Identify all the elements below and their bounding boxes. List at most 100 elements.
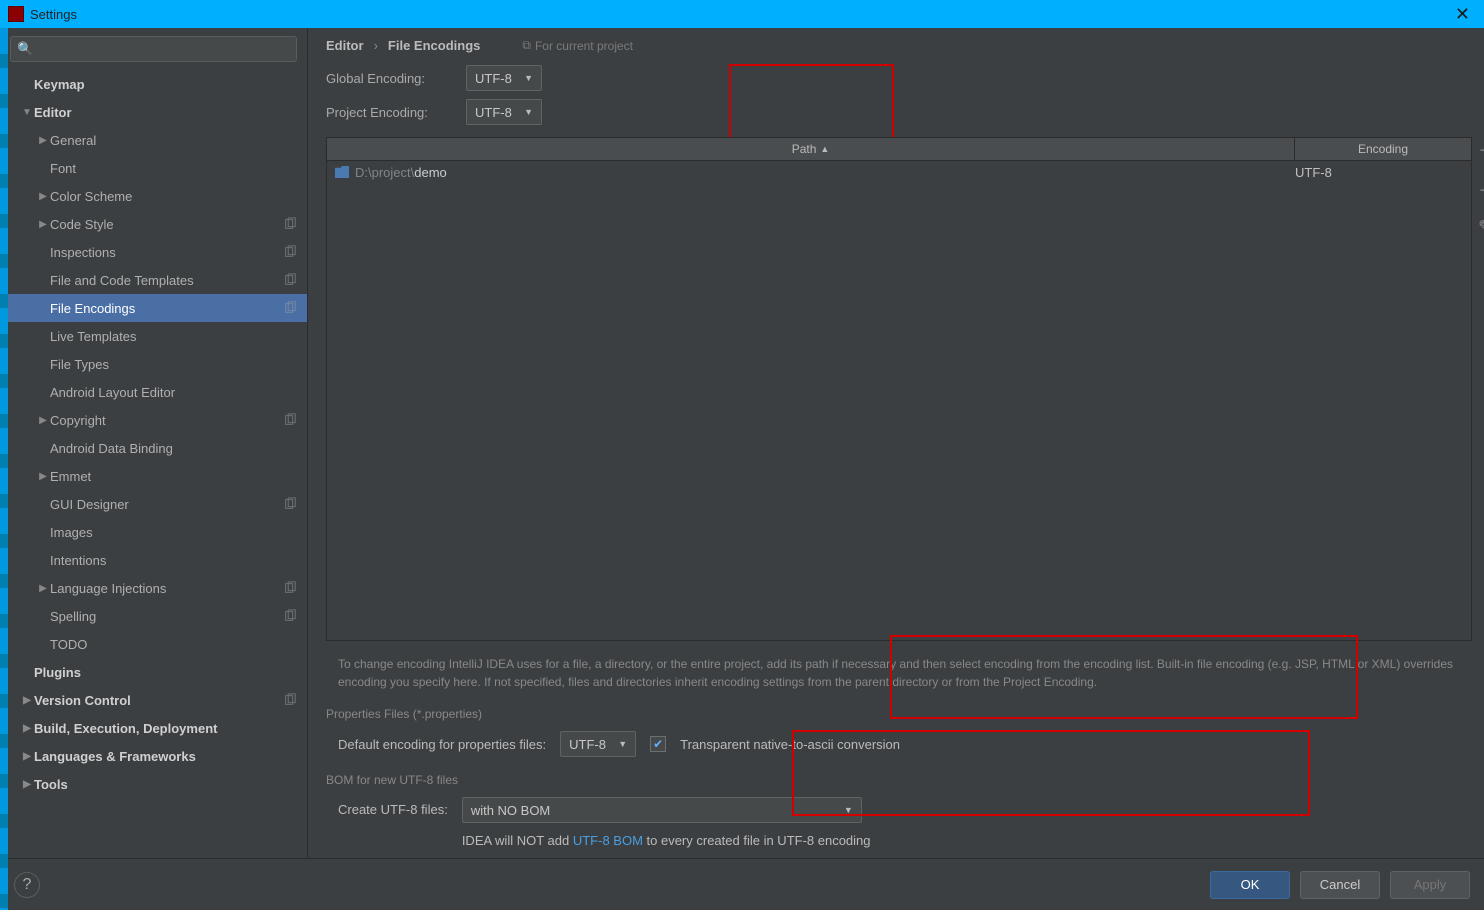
apply-label: Apply bbox=[1414, 877, 1447, 892]
bom-create-label: Create UTF-8 files: bbox=[338, 797, 448, 817]
project-scope-icon bbox=[283, 245, 297, 259]
properties-encoding-combo[interactable]: UTF-8 ▼ bbox=[560, 731, 636, 757]
settings-search-input[interactable]: 🔍 bbox=[10, 36, 297, 62]
sidebar-item-intentions[interactable]: Intentions bbox=[0, 546, 307, 574]
sidebar-item-label: GUI Designer bbox=[50, 497, 129, 512]
title-bar: Settings ✕ bbox=[0, 0, 1484, 28]
breadcrumb-separator: › bbox=[374, 38, 378, 53]
caret-right-icon[interactable] bbox=[36, 191, 50, 202]
sort-asc-icon: ▲ bbox=[820, 144, 829, 154]
sidebar-item-code-style[interactable]: Code Style bbox=[0, 210, 307, 238]
breadcrumb-editor[interactable]: Editor bbox=[326, 38, 364, 53]
sidebar-item-font[interactable]: Font bbox=[0, 154, 307, 182]
sidebar-item-label: Tools bbox=[34, 777, 68, 792]
bom-note-b: to every created file in UTF-8 encoding bbox=[643, 833, 871, 848]
sidebar-item-label: Build, Execution, Deployment bbox=[34, 721, 217, 736]
caret-right-icon[interactable] bbox=[36, 471, 50, 482]
folder-icon bbox=[335, 166, 349, 178]
window-left-stripe bbox=[0, 28, 8, 910]
column-encoding[interactable]: Encoding bbox=[1295, 138, 1471, 160]
ok-button[interactable]: OK bbox=[1210, 871, 1290, 899]
caret-right-icon[interactable] bbox=[20, 779, 34, 790]
sidebar-item-color-scheme[interactable]: Color Scheme bbox=[0, 182, 307, 210]
sidebar-item-file-and-code-templates[interactable]: File and Code Templates bbox=[0, 266, 307, 294]
sidebar-item-label: Inspections bbox=[50, 245, 116, 260]
sidebar-item-todo[interactable]: TODO bbox=[0, 630, 307, 658]
global-encoding-label: Global Encoding: bbox=[326, 71, 456, 86]
sidebar-item-live-templates[interactable]: Live Templates bbox=[0, 322, 307, 350]
dialog-footer: ? OK Cancel Apply bbox=[0, 858, 1484, 910]
sidebar-item-android-layout-editor[interactable]: Android Layout Editor bbox=[0, 378, 307, 406]
table-row[interactable]: D:\project\demo UTF-8 bbox=[327, 161, 1471, 183]
bom-combo[interactable]: with NO BOM ▼ bbox=[462, 797, 862, 823]
sidebar-item-label: Plugins bbox=[34, 665, 81, 680]
caret-right-icon[interactable] bbox=[20, 695, 34, 706]
caret-right-icon[interactable] bbox=[20, 723, 34, 734]
close-icon[interactable]: ✕ bbox=[1449, 4, 1476, 25]
remove-icon[interactable]: － bbox=[1478, 177, 1484, 203]
sidebar-item-label: File Encodings bbox=[50, 301, 135, 316]
sidebar-item-label: Android Data Binding bbox=[50, 441, 173, 456]
sidebar-item-language-injections[interactable]: Language Injections bbox=[0, 574, 307, 602]
ok-label: OK bbox=[1241, 877, 1260, 892]
sidebar-item-languages-frameworks[interactable]: Languages & Frameworks bbox=[0, 742, 307, 770]
sidebar-item-general[interactable]: General bbox=[0, 126, 307, 154]
caret-right-icon[interactable] bbox=[20, 751, 34, 762]
apply-button[interactable]: Apply bbox=[1390, 871, 1470, 899]
sidebar-item-version-control[interactable]: Version Control bbox=[0, 686, 307, 714]
caret-right-icon[interactable] bbox=[36, 583, 50, 594]
settings-tree[interactable]: Keymap EditorGeneralFontColor SchemeCode … bbox=[0, 70, 307, 858]
sidebar-item-file-types[interactable]: File Types bbox=[0, 350, 307, 378]
transparent-ascii-checkbox[interactable]: ✔ bbox=[650, 736, 666, 752]
global-encoding-combo[interactable]: UTF-8 ▼ bbox=[466, 65, 542, 91]
sidebar-item-label: Spelling bbox=[50, 609, 96, 624]
project-encoding-label: Project Encoding: bbox=[326, 105, 456, 120]
sidebar-item-editor[interactable]: Editor bbox=[0, 98, 307, 126]
project-scope-icon bbox=[283, 581, 297, 595]
caret-right-icon[interactable] bbox=[36, 219, 50, 230]
sidebar-item-gui-designer[interactable]: GUI Designer bbox=[0, 490, 307, 518]
transparent-ascii-label[interactable]: Transparent native-to-ascii conversion bbox=[680, 737, 900, 752]
sidebar-item-label: Live Templates bbox=[50, 329, 136, 344]
sidebar-item-inspections[interactable]: Inspections bbox=[0, 238, 307, 266]
sidebar-item-emmet[interactable]: Emmet bbox=[0, 462, 307, 490]
properties-encoding-value: UTF-8 bbox=[569, 737, 606, 752]
project-scope-icon bbox=[283, 217, 297, 231]
caret-down-icon[interactable] bbox=[20, 107, 34, 118]
sidebar-item-spelling[interactable]: Spelling bbox=[0, 602, 307, 630]
utf8-bom-link[interactable]: UTF-8 BOM bbox=[573, 833, 643, 848]
column-encoding-label: Encoding bbox=[1358, 142, 1408, 156]
edit-icon[interactable]: ✎ bbox=[1478, 217, 1484, 238]
bom-section-title: BOM for new UTF-8 files bbox=[308, 767, 1484, 791]
sidebar-item-label: Intentions bbox=[50, 553, 106, 568]
sidebar-item-build-execution-deployment[interactable]: Build, Execution, Deployment bbox=[0, 714, 307, 742]
sidebar-item-images[interactable]: Images bbox=[0, 518, 307, 546]
chevron-down-icon: ▼ bbox=[618, 739, 627, 749]
sidebar-item-label: Keymap bbox=[34, 77, 85, 92]
sidebar-item-tools[interactable]: Tools bbox=[0, 770, 307, 798]
column-path[interactable]: Path ▲ bbox=[327, 138, 1295, 160]
sidebar-item-keymap[interactable]: Keymap bbox=[0, 70, 307, 98]
row-encoding[interactable]: UTF-8 bbox=[1295, 165, 1471, 180]
project-encoding-combo[interactable]: UTF-8 ▼ bbox=[466, 99, 542, 125]
sidebar-item-label: TODO bbox=[50, 637, 87, 652]
sidebar-item-plugins[interactable]: Plugins bbox=[0, 658, 307, 686]
sidebar-item-label: Images bbox=[50, 525, 93, 540]
cancel-button[interactable]: Cancel bbox=[1300, 871, 1380, 899]
caret-right-icon[interactable] bbox=[36, 415, 50, 426]
project-scope-icon bbox=[283, 609, 297, 623]
app-icon bbox=[8, 6, 24, 22]
encoding-paths-table[interactable]: Path ▲ Encoding D:\project\demo UTF-8 bbox=[326, 137, 1472, 641]
cancel-label: Cancel bbox=[1320, 877, 1360, 892]
sidebar-item-label: Android Layout Editor bbox=[50, 385, 175, 400]
sidebar-item-file-encodings[interactable]: File Encodings bbox=[0, 294, 307, 322]
chevron-down-icon: ▼ bbox=[844, 805, 853, 815]
breadcrumb: Editor › File Encodings ⧉ For current pr… bbox=[308, 28, 1484, 61]
sidebar-item-android-data-binding[interactable]: Android Data Binding bbox=[0, 434, 307, 462]
sidebar-item-copyright[interactable]: Copyright bbox=[0, 406, 307, 434]
caret-right-icon[interactable] bbox=[36, 135, 50, 146]
project-scope-icon bbox=[283, 273, 297, 287]
add-icon[interactable]: ＋ bbox=[1478, 137, 1484, 163]
global-encoding-value: UTF-8 bbox=[475, 71, 512, 86]
help-button[interactable]: ? bbox=[14, 872, 40, 898]
